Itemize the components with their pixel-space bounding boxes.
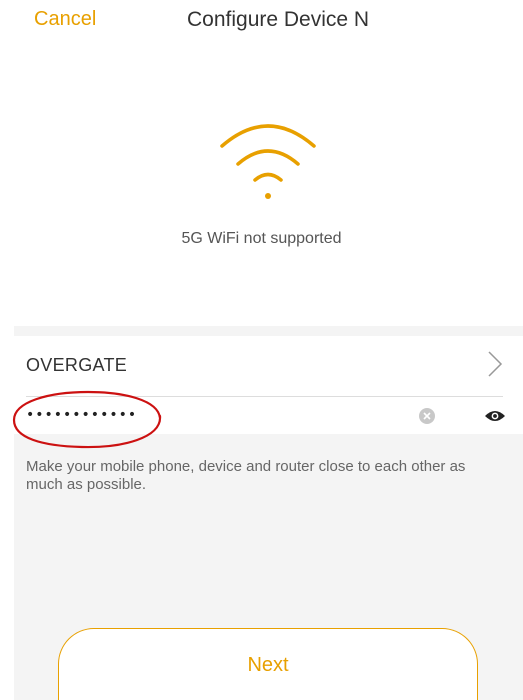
wifi-support-note: 5G WiFi not supported bbox=[181, 230, 342, 247]
password-row bbox=[14, 397, 523, 434]
password-input[interactable] bbox=[26, 401, 386, 429]
network-card: OVERGATE bbox=[14, 336, 523, 434]
network-name: OVERGATE bbox=[26, 355, 128, 375]
page-title: Configure Device N bbox=[187, 8, 370, 31]
clear-icon[interactable] bbox=[419, 408, 435, 424]
header-bar: Cancel Configure Device N bbox=[0, 0, 523, 60]
eye-icon[interactable] bbox=[484, 409, 506, 423]
next-button[interactable]: Next bbox=[58, 628, 478, 700]
chevron-right-icon bbox=[488, 351, 503, 377]
wifi-icon bbox=[220, 124, 316, 199]
cancel-button[interactable]: Cancel bbox=[34, 8, 96, 31]
proximity-hint: Make your mobile phone, device and route… bbox=[26, 458, 466, 493]
network-select-row[interactable]: OVERGATE bbox=[14, 336, 523, 396]
